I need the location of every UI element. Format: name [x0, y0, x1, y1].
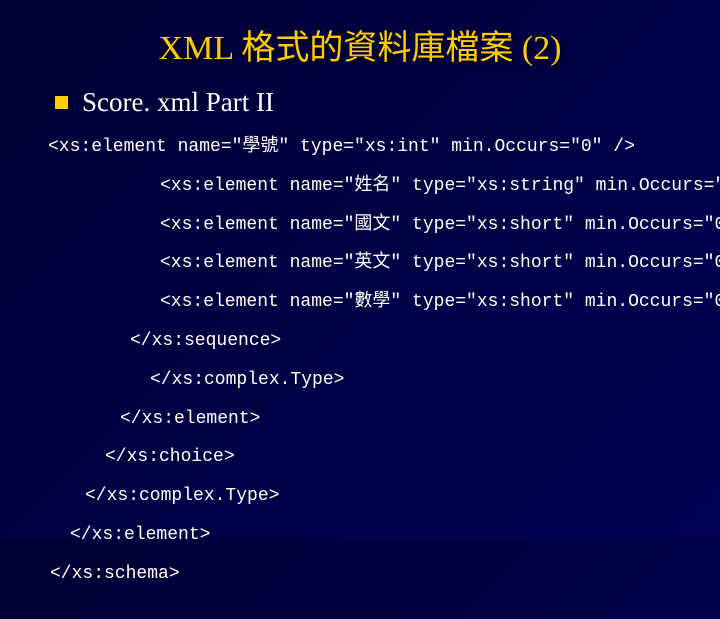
code-line: </xs:element> — [120, 405, 690, 434]
code-line: </xs:choice> — [105, 443, 690, 472]
code-line: <xs:element name="數學" type="xs:short" mi… — [160, 288, 690, 317]
slide-title: XML 格式的資料庫檔案 (2) — [30, 20, 690, 69]
code-line: </xs:element> — [70, 521, 690, 550]
code-line: <xs:element name="國文" type="xs:short" mi… — [160, 211, 690, 240]
code-line: </xs:sequence> — [130, 327, 690, 356]
slide-subtitle: Score. xml Part II — [82, 87, 274, 118]
code-line: <xs:element name="姓名" type="xs:string" m… — [160, 172, 690, 201]
code-line: <xs:element name="學號" type="xs:int" min.… — [48, 133, 690, 162]
code-block: <xs:element name="學號" type="xs:int" min.… — [30, 133, 690, 589]
bullet-icon — [55, 96, 68, 109]
subtitle-row: Score. xml Part II — [55, 87, 690, 118]
code-line: </xs:complex.Type> — [150, 366, 690, 395]
slide-container: XML 格式的資料庫檔案 (2) Score. xml Part II <xs:… — [0, 0, 720, 619]
code-line: </xs:complex.Type> — [85, 482, 690, 511]
code-line: <xs:element name="英文" type="xs:short" mi… — [160, 249, 690, 278]
code-line: </xs:schema> — [50, 560, 690, 589]
